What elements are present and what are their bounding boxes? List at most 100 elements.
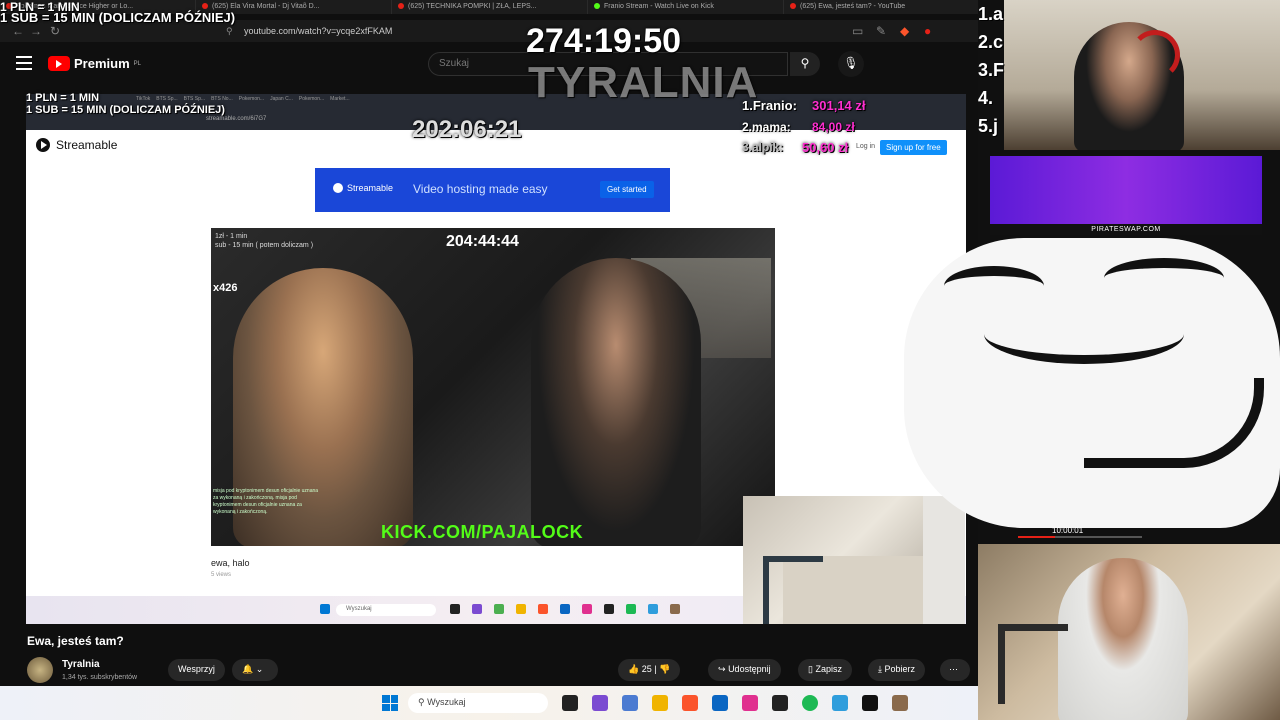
nested-search: Wyszukaj — [336, 604, 436, 616]
rank-letter: 1.a — [978, 4, 1004, 24]
brave-icon[interactable] — [682, 695, 698, 711]
nested-tab: Pokemon... — [298, 96, 325, 102]
nested-url: streamable.com/6i7G7 — [206, 116, 267, 122]
donor-rank-1-value: 301,14 zł — [812, 98, 866, 113]
search-button[interactable]: ⚲ — [790, 52, 820, 76]
app-icon[interactable] — [622, 695, 638, 711]
nested-spotify-icon — [626, 604, 636, 614]
download-icon: ⤓ — [878, 664, 882, 674]
streamable-logo[interactable]: Streamable — [36, 138, 117, 152]
thumbs-down-icon[interactable]: 👎 — [659, 664, 670, 674]
nested-app-icon — [648, 604, 658, 614]
share-label: Udostępnij — [728, 664, 771, 674]
bookmark-icon: ▯ — [808, 664, 813, 674]
task-view-icon[interactable] — [562, 695, 578, 711]
share-button[interactable]: ↪ Udostępnij — [708, 659, 781, 681]
voice-search-button[interactable]: 🎙 — [838, 51, 864, 77]
app-icon[interactable] — [832, 695, 848, 711]
channel-name[interactable]: Tyralnia — [62, 659, 100, 670]
like-button[interactable]: 👍 25 | 👎 — [618, 659, 681, 681]
search-icon: ⚲ — [418, 697, 425, 707]
microphone-icon: 🎙 — [843, 56, 859, 70]
nested-tab: Japan C... — [270, 96, 293, 102]
tab-favicon-icon — [398, 3, 404, 10]
sponsor-label: PIRATESWAP.COM — [990, 224, 1262, 235]
nested-windows-icon — [320, 604, 330, 614]
notification-button[interactable]: 🔔 ⌄ — [232, 659, 278, 681]
extension-icon[interactable]: ● — [924, 24, 931, 38]
microphone-arm — [763, 556, 823, 624]
search-icon: ⚲ — [800, 56, 810, 70]
channel-subscribers: 1,34 tys. subskrybentów — [62, 674, 138, 681]
windows-start-icon[interactable] — [382, 695, 398, 711]
os-taskbar: ⚲ Wyszukaj — [0, 686, 980, 720]
nested-rate-overlay-sub: 1 SUB = 15 MIN (DOLICZAM PÓŹNIEJ) — [26, 104, 225, 116]
browser-tab[interactable]: (625) TECHNIKA POMPKI | ZŁA, LEPS... — [392, 0, 588, 14]
nested-app-icon — [494, 604, 504, 614]
meme-cheek — [984, 304, 1184, 364]
donor-rank-1-name: 1.Franio: — [742, 98, 797, 113]
login-link[interactable]: Log in — [856, 143, 875, 150]
download-button[interactable]: ⤓ Pobierz — [868, 659, 926, 681]
app-icon[interactable] — [712, 695, 728, 711]
tab-favicon-icon — [790, 3, 796, 10]
stream-right-column: 1.a 2.c 3.F 4. 5.j PIRATESWAP.COM 10:00:… — [904, 0, 1280, 720]
get-started-button[interactable]: Get started — [600, 181, 654, 198]
meme-eye-right — [1104, 258, 1224, 298]
nested-app-icon — [670, 604, 680, 614]
join-button[interactable]: Wesprzyj — [168, 659, 225, 681]
menu-icon[interactable] — [16, 56, 32, 70]
nested-rate-overlay-pln: 1 PLN = 1 MIN — [26, 92, 100, 104]
rate-overlay-sub: 1 SUB = 15 MIN (DOLICZAM PÓŹNIEJ) — [0, 10, 236, 25]
forward-icon[interactable]: → — [30, 24, 42, 38]
mini-player-progress[interactable] — [1018, 536, 1142, 538]
rank-letter: 3.F — [978, 60, 1005, 80]
clip-views: 5 views — [211, 572, 232, 578]
taskbar-search[interactable]: ⚲ Wyszukaj — [408, 693, 548, 713]
more-actions-button[interactable]: ⋯ — [940, 659, 970, 681]
app-icon[interactable] — [862, 695, 878, 711]
like-count: 25 — [641, 664, 652, 674]
obs-icon[interactable] — [772, 695, 788, 711]
brave-shield-icon[interactable]: ◆ — [900, 24, 909, 38]
app-icon[interactable] — [742, 695, 758, 711]
thumbs-up-icon: 👍 — [628, 664, 640, 674]
save-button[interactable]: ▯ Zapisz — [798, 659, 852, 681]
mini-player-timer: 10:00:01 — [1052, 526, 1084, 535]
chevron-down-icon: ⌄ — [255, 664, 264, 674]
nested-app-icon — [582, 604, 592, 614]
url-field[interactable]: youtube.com/watch?v=ycqe2xfFKAM — [244, 26, 392, 36]
donor-rank-2-value: 84,00 zł — [812, 120, 855, 134]
discord-icon[interactable] — [592, 695, 608, 711]
channel-avatar[interactable] — [27, 657, 53, 683]
sponsor-banner — [990, 156, 1262, 224]
video-timer: 204:44:44 — [446, 233, 519, 250]
site-info-icon[interactable]: ⚲ — [226, 26, 233, 37]
banner-logo: Streamable — [333, 183, 393, 193]
back-icon[interactable]: ← — [12, 24, 24, 38]
app-icon[interactable] — [892, 695, 908, 711]
nested-app-icon — [560, 604, 570, 614]
youtube-logo[interactable]: Premium PL — [48, 56, 141, 71]
edit-icon[interactable]: ✎ — [876, 24, 886, 38]
signup-button[interactable]: Sign up for free — [880, 140, 947, 155]
nested-tab: Market... — [330, 96, 350, 102]
meme-mouth — [1084, 378, 1264, 468]
browser-tab[interactable]: Franio Stream - Watch Live on Kick — [588, 0, 784, 14]
video-player[interactable]: 1zł - 1 min sub - 15 min ( potem dolicza… — [211, 228, 775, 546]
nested-subathon-timer: 202:06:21 — [412, 116, 522, 143]
streamable-banner[interactable]: Streamable Video hosting made easy Get s… — [315, 168, 670, 212]
spotify-icon[interactable] — [802, 695, 818, 711]
reload-icon[interactable]: ↻ — [50, 24, 60, 38]
video-rate-line: sub - 15 min ( potem doliczam ) — [215, 242, 314, 249]
mini-player-progress-fill — [1018, 536, 1056, 538]
nested-app-icon — [450, 604, 460, 614]
taskbar-search-placeholder: Wyszukaj — [427, 697, 466, 707]
more-icon: ⋯ — [949, 664, 958, 674]
cast-icon[interactable]: ▭ — [852, 24, 863, 38]
browser-tab-active[interactable]: (625) Ewa, jesteś tam? - YouTube — [784, 0, 980, 14]
download-label: Pobierz — [884, 664, 916, 674]
file-explorer-icon[interactable] — [652, 695, 668, 711]
webcam-top — [1004, 0, 1280, 150]
rank-list-letters: 1.a 2.c 3.F 4. 5.j — [978, 0, 1004, 140]
